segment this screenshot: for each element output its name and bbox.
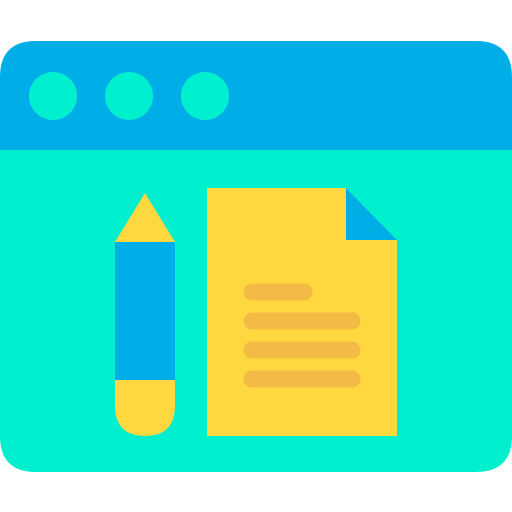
window-dot-1 [29,72,77,120]
browser-document-edit-icon [0,41,512,472]
pencil-eraser [115,380,175,436]
window-dot-2 [105,72,153,120]
window-dot-3 [181,72,229,120]
document-icon [207,188,397,436]
pencil-body [115,242,175,381]
pencil-icon [115,193,175,436]
icon-canvas [0,0,512,512]
